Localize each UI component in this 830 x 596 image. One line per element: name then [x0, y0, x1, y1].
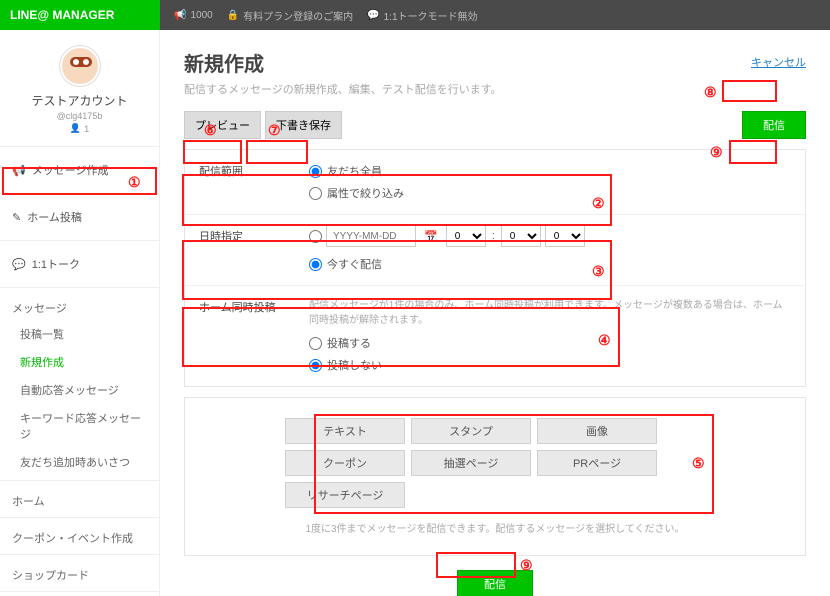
chat-icon: 💬	[367, 10, 379, 21]
profile: テストアカウント @clg4175b 👤1	[0, 30, 159, 142]
homepost-no[interactable]: 投稿しない	[309, 354, 791, 376]
row-homepost: ホーム同時投稿 配信メッセージが1件の場合のみ、ホーム同時投稿が利用できます。メ…	[185, 285, 805, 386]
page-title: 新規作成	[184, 48, 502, 77]
person-icon: 👤	[70, 123, 81, 134]
type-note: 1度に3件までメッセージを配信できます。配信するメッセージを選択してください。	[285, 520, 705, 535]
avatar	[60, 46, 100, 86]
homepost-label: ホーム同時投稿	[199, 296, 309, 376]
row-schedule: 日時指定 📅 0 : 0 0 今すぐ配信	[185, 214, 805, 285]
sub-auto[interactable]: 自動応答メッセージ	[0, 376, 159, 404]
homepost-note: 配信メッセージが1件の場合のみ、ホーム同時投稿が利用できます。メッセージが複数あ…	[309, 296, 791, 326]
homepost-yes[interactable]: 投稿する	[309, 332, 791, 354]
type-stamp[interactable]: スタンプ	[411, 418, 531, 444]
minute-select[interactable]: 0	[501, 225, 541, 247]
type-research[interactable]: リサーチページ	[285, 482, 405, 508]
bottom-send-wrap: 配信	[184, 570, 806, 596]
edit-icon: ✎	[12, 211, 21, 224]
hour-select[interactable]: 0	[446, 225, 486, 247]
send-button-top[interactable]: 配信	[742, 111, 806, 139]
row-scope: 配信範囲 友だち全員 属性で絞り込み	[185, 150, 805, 214]
scope-filter[interactable]: 属性で絞り込み	[309, 182, 791, 204]
top-item-broadcast[interactable]: 📢1000	[174, 10, 213, 21]
sub-keyword[interactable]: キーワード応答メッセージ	[0, 404, 159, 448]
sub-new[interactable]: 新規作成	[0, 348, 159, 376]
second-select[interactable]: 0	[545, 225, 585, 247]
sidebar: テストアカウント @clg4175b 👤1 📢メッセージ作成 ✎ホーム投稿 💬1…	[0, 30, 160, 596]
scope-label: 配信範囲	[199, 160, 309, 204]
section-message: メッセージ	[0, 292, 159, 320]
account-friends: 👤1	[70, 123, 89, 134]
page-desc: 配信するメッセージの新規作成、編集、テスト配信を行います。	[184, 81, 502, 97]
date-field[interactable]	[326, 225, 416, 247]
type-text[interactable]: テキスト	[285, 418, 405, 444]
account-id: @clg4175b	[57, 111, 103, 121]
section-shop[interactable]: ショップカード	[0, 559, 159, 587]
top-item-plan[interactable]: 🔒有料プラン登録のご案内	[227, 8, 353, 23]
scope-all[interactable]: 友だち全員	[309, 160, 791, 182]
account-name: テストアカウント	[31, 92, 127, 109]
homepost-no-radio[interactable]	[309, 359, 322, 372]
homepost-yes-radio[interactable]	[309, 337, 322, 350]
schedule-label: 日時指定	[199, 225, 309, 275]
calendar-icon[interactable]: 📅	[420, 230, 442, 243]
schedule-now[interactable]: 今すぐ配信	[309, 253, 791, 275]
send-button-bottom[interactable]: 配信	[457, 570, 533, 596]
megaphone-icon: 📢	[12, 164, 26, 177]
save-draft-button[interactable]: 下書き保存	[265, 111, 342, 139]
lock-icon: 🔒	[227, 10, 239, 21]
topbar: LINE@ MANAGER 📢1000 🔒有料プラン登録のご案内 💬1:1トーク…	[0, 0, 830, 30]
scope-filter-radio[interactable]	[309, 187, 322, 200]
section-coupon[interactable]: クーポン・イベント作成	[0, 522, 159, 550]
sub-list[interactable]: 投稿一覧	[0, 320, 159, 348]
type-image[interactable]: 画像	[537, 418, 657, 444]
type-pr[interactable]: PRページ	[537, 450, 657, 476]
scope-all-radio[interactable]	[309, 165, 322, 178]
sidebar-item-compose[interactable]: 📢メッセージ作成	[0, 151, 159, 189]
schedule-date-radio[interactable]	[309, 230, 322, 243]
type-lottery[interactable]: 抽選ページ	[411, 450, 531, 476]
top-item-talkmode[interactable]: 💬1:1トークモード無効	[367, 8, 477, 23]
sub-greet[interactable]: 友だち追加時あいさつ	[0, 448, 159, 476]
megaphone-icon: 📢	[174, 10, 186, 21]
top-menu: 📢1000 🔒有料プラン登録のご案内 💬1:1トークモード無効	[160, 0, 830, 30]
cancel-link[interactable]: キャンセル	[751, 57, 806, 69]
schedule-now-radio[interactable]	[309, 258, 322, 271]
type-coupon[interactable]: クーポン	[285, 450, 405, 476]
toolbar: プレビュー 下書き保存 配信	[184, 111, 806, 139]
brand: LINE@ MANAGER	[0, 0, 160, 30]
settings-card: 配信範囲 友だち全員 属性で絞り込み 日時指定 📅 0 :	[184, 149, 806, 387]
content: 新規作成 配信するメッセージの新規作成、編集、テスト配信を行います。 キャンセル…	[160, 30, 830, 596]
sidebar-item-talk[interactable]: 💬1:1トーク	[0, 245, 159, 283]
chat-icon: 💬	[12, 258, 26, 271]
type-grid: テキスト スタンプ 画像 クーポン 抽選ページ PRページ リサーチページ	[285, 418, 705, 508]
section-home[interactable]: ホーム	[0, 485, 159, 513]
types-card: テキスト スタンプ 画像 クーポン 抽選ページ PRページ リサーチページ 1度…	[184, 397, 806, 556]
sidebar-item-homepost[interactable]: ✎ホーム投稿	[0, 198, 159, 236]
preview-button[interactable]: プレビュー	[184, 111, 261, 139]
